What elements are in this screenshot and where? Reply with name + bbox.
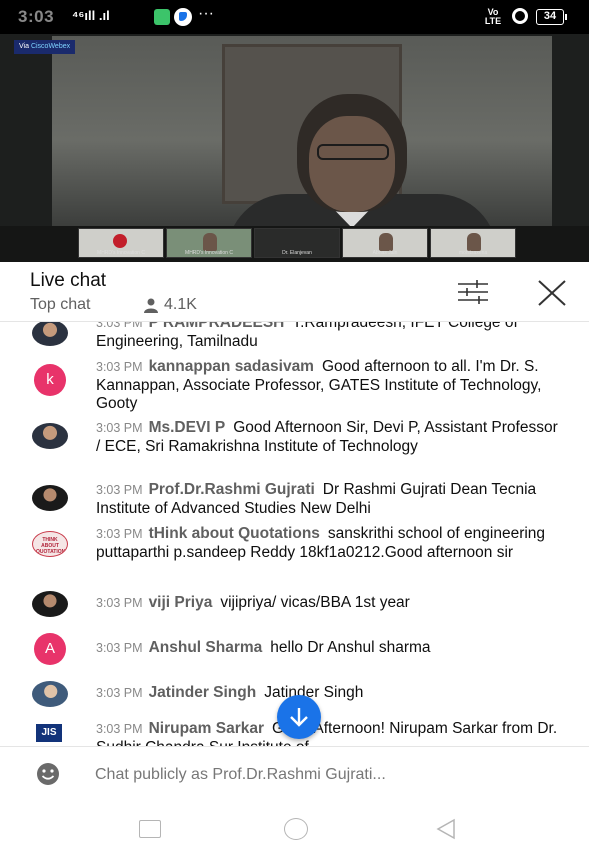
message-text: Jatinder Singh	[264, 684, 364, 701]
status-bar: 3:03 ⁴⁶ıll .ıl ··· Vo LTE 34	[0, 0, 589, 34]
message-author: tHink about Quotations	[148, 525, 320, 542]
participant-thumb: mohitsaxena	[430, 228, 516, 258]
back-icon[interactable]	[434, 817, 458, 841]
message-author: Jatinder Singh	[148, 684, 257, 701]
volte-icon: Vo LTE	[484, 7, 502, 26]
participant-label: MHRD's Innovation C	[185, 250, 233, 256]
participant-label: Dr. Elanjevan	[282, 250, 312, 256]
user-avatar: A	[34, 633, 66, 665]
user-avatar: THINK ABOUT QUOTATIONS	[32, 531, 68, 557]
message-text: hello Dr Anshul sharma	[270, 639, 431, 656]
message-author: Ms.DEVI P	[148, 419, 226, 436]
message-time: 3:03 PM	[96, 722, 143, 736]
participant-label: MHRD's Innovation C	[97, 250, 145, 256]
user-avatar	[32, 591, 68, 617]
emoji-icon[interactable]	[36, 762, 60, 786]
message-time: 3:03 PM	[96, 596, 143, 610]
person-icon	[144, 298, 158, 313]
message-text: vijipriya/ vicas/BBA 1st year	[220, 594, 410, 611]
message-author: viji Priya	[148, 594, 213, 611]
avatar-logo-text: THINK ABOUT QUOTATIONS	[36, 537, 68, 555]
home-icon[interactable]	[284, 818, 308, 840]
system-nav-bar	[0, 800, 589, 855]
participant-thumb: MHRD's Innovation C	[78, 228, 164, 258]
avatar-logo-text: JIS	[36, 724, 62, 742]
message-time: 3:03 PM	[96, 360, 143, 374]
video-frame	[52, 36, 552, 254]
video-player[interactable]: Via CiscoWebex MHRD's Innovation C MHRD'…	[0, 34, 589, 262]
clock: 3:03	[18, 7, 55, 26]
more-notifications-icon: ···	[198, 5, 214, 22]
app-notification-icon	[154, 9, 170, 25]
webex-badge: Via CiscoWebex	[14, 40, 76, 54]
chat-mode-selector[interactable]: Top chat	[30, 296, 90, 314]
participant-thumb: Dr. Elanjevan	[254, 228, 340, 258]
recent-apps-icon[interactable]	[139, 820, 161, 838]
message-time: 3:03 PM	[96, 421, 143, 435]
battery-icon: 34	[536, 9, 567, 25]
participant-label: Abhas Jain	[372, 250, 398, 256]
chat-title: Live chat	[30, 270, 107, 291]
user-avatar: k	[34, 364, 66, 396]
message-author: Prof.Dr.Rashmi Gujrati	[148, 481, 315, 498]
message-author: Anshul Sharma	[148, 639, 263, 656]
badge-prefix: Via	[19, 43, 31, 50]
user-avatar	[32, 681, 68, 707]
participant-thumb: MHRD's Innovation C	[166, 228, 252, 258]
message-author: P RAMPRADEESH	[148, 322, 285, 331]
participant-label: mohitsaxena	[458, 250, 488, 256]
user-avatar: JIS	[32, 720, 68, 746]
message-time: 3:03 PM	[96, 322, 143, 330]
chat-header: Live chat Top chat 4.1K	[0, 262, 589, 322]
message-time: 3:03 PM	[96, 641, 143, 655]
message-time: 3:03 PM	[96, 686, 143, 700]
chat-input-bar	[0, 746, 589, 800]
arrow-down-icon	[290, 708, 308, 727]
message-author: Nirupam Sarkar	[148, 720, 265, 737]
phone-notification-icon	[174, 8, 192, 26]
scroll-to-bottom-button[interactable]	[277, 695, 321, 739]
user-avatar	[32, 423, 68, 449]
viewer-count: 4.1K	[164, 296, 197, 313]
close-icon[interactable]	[536, 278, 568, 308]
filter-icon[interactable]	[456, 279, 490, 305]
user-avatar	[32, 485, 68, 511]
message-time: 3:03 PM	[96, 527, 143, 541]
signal-icon: ⁴⁶ıll .ıl	[72, 8, 110, 23]
participant-thumb: Abhas Jain	[342, 228, 428, 258]
user-avatar	[32, 322, 68, 346]
badge-brand: CiscoWebex	[30, 43, 71, 50]
message-author: kannappan sadasivam	[148, 358, 314, 375]
chat-input[interactable]	[95, 764, 545, 786]
speaker	[227, 94, 497, 254]
chat-message-list[interactable]: 3:03 PM P RAMPRADEESH T.Rampradeesh, IFET …	[0, 322, 589, 746]
alarm-icon	[512, 8, 528, 24]
message-time: 3:03 PM	[96, 483, 143, 497]
participant-strip: MHRD's Innovation C MHRD's Innovation C …	[0, 226, 589, 262]
